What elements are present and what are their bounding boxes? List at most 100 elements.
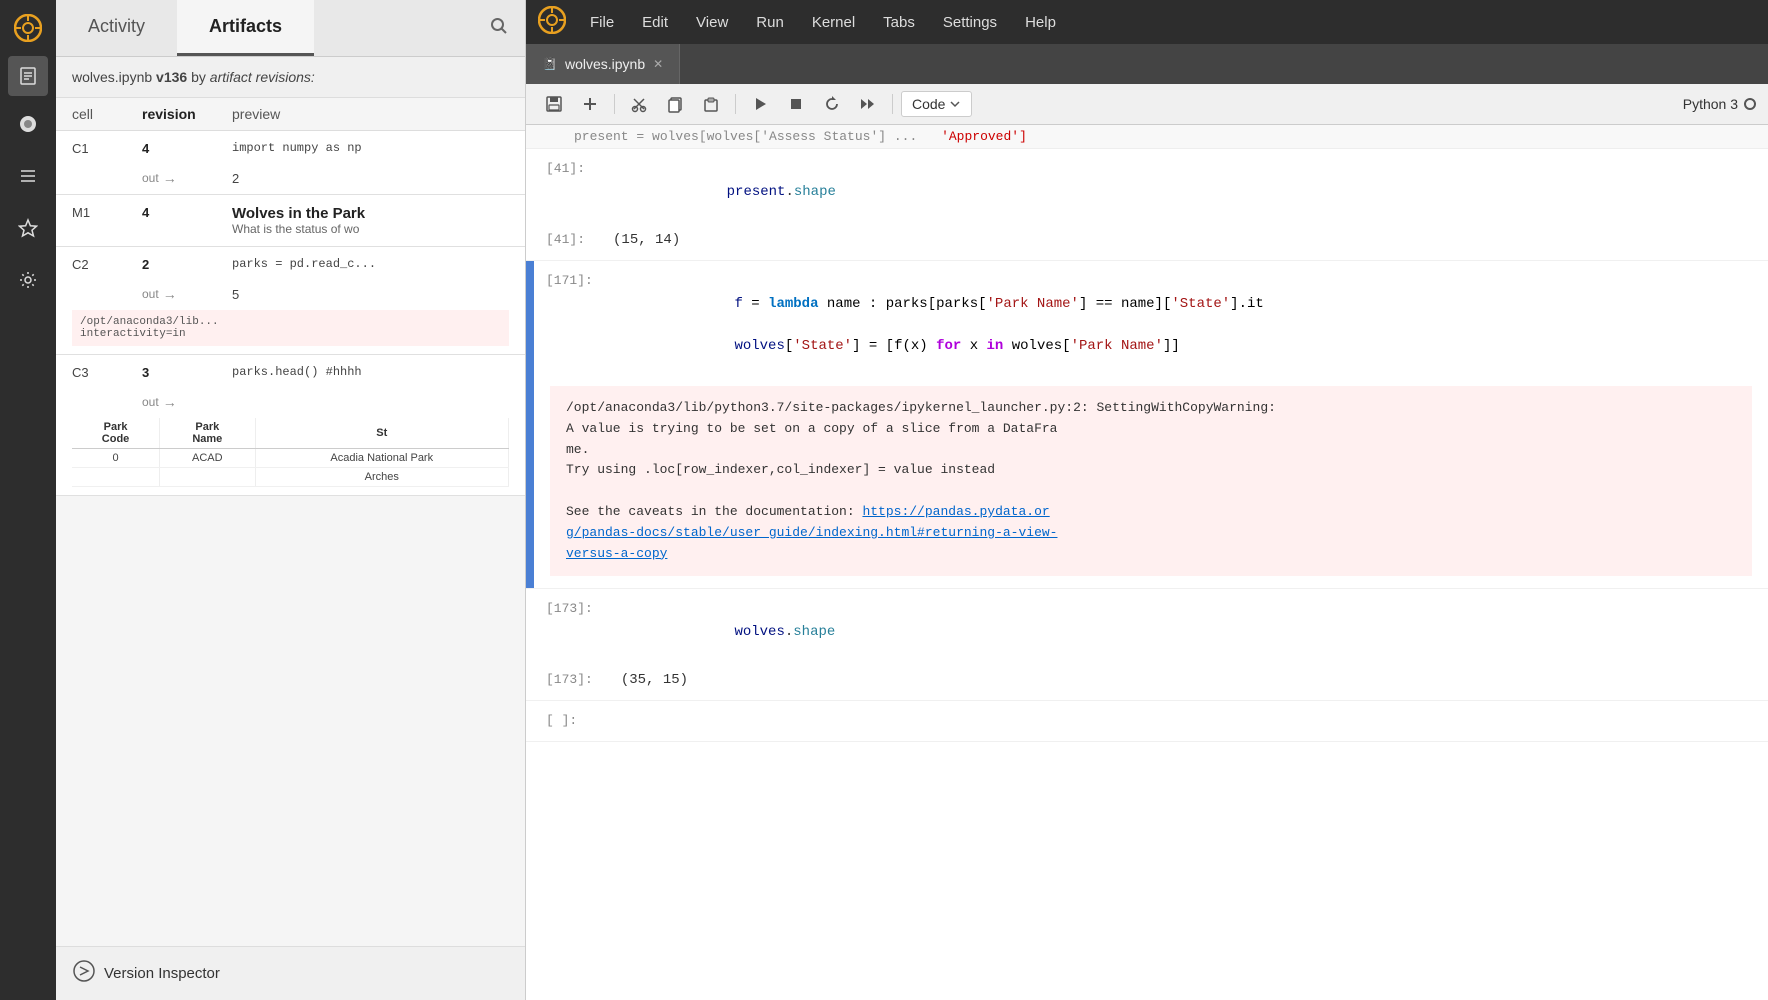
cell-type-dropdown[interactable]: Code [901, 91, 972, 117]
col-park-name: ParkName [160, 418, 255, 449]
artifact-info: wolves.ipynb v136 by artifact revisions: [56, 57, 525, 98]
menu-kernel[interactable]: Kernel [800, 8, 867, 37]
col-st: St [255, 418, 509, 449]
sidebar-list-icon[interactable] [8, 156, 48, 196]
cell-code-173[interactable]: wolves.shape [605, 597, 851, 668]
cell-body-empty: [ ]: [534, 701, 1768, 741]
cut-button[interactable] [623, 90, 655, 118]
fast-forward-button[interactable] [852, 90, 884, 118]
menu-view[interactable]: View [684, 8, 740, 37]
toolbar: Code Python 3 [526, 84, 1768, 125]
col-preview: preview [232, 106, 509, 122]
notebook-area: File Edit View Run Kernel Tabs Settings … [526, 0, 1768, 1000]
paste-button[interactable] [695, 90, 727, 118]
sidebar-files-icon[interactable] [8, 56, 48, 96]
m1-title: Wolves in the Park [232, 205, 509, 222]
cell-empty: [ ]: [526, 701, 1768, 742]
sidebar-star-icon[interactable] [8, 208, 48, 248]
copy-button[interactable] [659, 90, 691, 118]
menu-tabs[interactable]: Tabs [871, 8, 927, 37]
cell-indicator-empty [526, 701, 534, 741]
list-item-c3: C3 3 parks.head() #hhhh out → [56, 355, 525, 496]
cell-preview-c1: import numpy as np [232, 141, 509, 155]
table-row: Arches [72, 468, 509, 487]
menu-settings[interactable]: Settings [931, 8, 1009, 37]
toolbar-sep-2 [735, 94, 736, 114]
revision-list: C1 4 import numpy as np out → 2 M1 [56, 131, 525, 946]
save-button[interactable] [538, 90, 570, 118]
cell-indicator-41 [526, 149, 534, 260]
c2-warning-preview: /opt/anaconda3/lib...interactivity=in [72, 310, 509, 346]
cell-rev-c3: 3 [142, 365, 232, 380]
cell-output-173: (35, 15) [605, 668, 700, 692]
menu-file[interactable]: File [578, 8, 626, 37]
cell-body-173: [173]: wolves.shape [173]: (35, 15) [534, 589, 1768, 700]
notebook-content: present = wolves[wolves['Assess Status']… [526, 125, 1768, 1000]
item-row-c1[interactable]: C1 4 import numpy as np [56, 131, 525, 166]
out-row-c2: out → 5 [56, 282, 525, 310]
menu-bar: File Edit View Run Kernel Tabs Settings … [526, 0, 1768, 44]
menu-help[interactable]: Help [1013, 8, 1068, 37]
item-row-c2[interactable]: C2 2 parks = pd.read_c... [56, 247, 525, 282]
cell-code-171[interactable]: f = lambda name : parks[parks['Park Name… [605, 269, 1280, 382]
cell-id-c1: C1 [72, 141, 142, 156]
cell-label-41-out: [41]: [534, 228, 597, 251]
sidebar-circle-icon[interactable] [8, 104, 48, 144]
notebook-tab-label: wolves.ipynb [565, 56, 645, 72]
cell-preview-c2: parks = pd.read_c... [232, 257, 509, 271]
column-headers: cell revision preview [56, 98, 525, 131]
list-item-c2: C2 2 parks = pd.read_c... out → 5 /opt/a… [56, 247, 525, 355]
cell-id-c2: C2 [72, 257, 142, 272]
panel-tabs: Activity Artifacts [56, 0, 525, 57]
cell-label-41-in: [41]: [534, 157, 597, 180]
cell-label-173-out: [173]: [534, 668, 605, 691]
kernel-name: Python 3 [1683, 96, 1738, 112]
sidebar-gear-icon[interactable] [8, 260, 48, 300]
col-cell: cell [72, 106, 142, 122]
menu-run[interactable]: Run [744, 8, 796, 37]
col-park-code: ParkCode [72, 418, 160, 449]
tab-artifacts[interactable]: Artifacts [177, 0, 314, 56]
notebook-tab-wolves[interactable]: 📓 wolves.ipynb ✕ [526, 44, 680, 84]
notebook-tab-bar: 📓 wolves.ipynb ✕ [526, 44, 1768, 84]
restart-button[interactable] [816, 90, 848, 118]
notebook-icon: 📓 [542, 57, 557, 71]
out-label-c1: out → [142, 170, 232, 186]
cell-type-label: Code [912, 96, 945, 112]
cell-rev-m1: 4 [142, 205, 232, 236]
run-button[interactable] [744, 90, 776, 118]
cell-label-empty: [ ]: [534, 709, 589, 732]
warning-link[interactable]: https://pandas.pydata.or g/pandas-docs/s… [566, 504, 1057, 561]
truncated-cell-indicator: present = wolves[wolves['Assess Status']… [526, 125, 1768, 149]
search-icon[interactable] [473, 8, 525, 49]
menu-edit[interactable]: Edit [630, 8, 680, 37]
version-inspector-label: Version Inspector [104, 965, 220, 982]
col-revision: revision [142, 106, 232, 122]
cell-41: [41]: present.shape [41]: (15, 14) [526, 149, 1768, 261]
close-tab-button[interactable]: ✕ [653, 57, 663, 71]
add-cell-button[interactable] [574, 90, 606, 118]
out-arrow-c1: → [163, 170, 177, 186]
version-inspector-icon [72, 959, 96, 988]
c3-out-table: ParkCode ParkName St 0 ACAD Acadia Natio… [72, 418, 509, 487]
stop-button[interactable] [780, 90, 812, 118]
out-value-c1: 2 [232, 171, 509, 186]
cell-code-41[interactable]: present.shape [597, 157, 852, 228]
version-inspector[interactable]: Version Inspector [56, 946, 525, 1000]
kernel-label: Python 3 [1683, 96, 1756, 112]
cell-output-41: (15, 14) [597, 228, 692, 252]
out-row-c3: out → [56, 390, 525, 418]
item-row-c3[interactable]: C3 3 parks.head() #hhhh [56, 355, 525, 390]
cell-code-empty[interactable] [589, 709, 617, 733]
cell-rev-c2: 2 [142, 257, 232, 272]
item-row-m1[interactable]: M1 4 Wolves in the Park What is the stat… [56, 195, 525, 246]
cell-warning-171: /opt/anaconda3/lib/python3.7/site-packag… [550, 386, 1752, 576]
out-label-c2: out → [142, 286, 232, 302]
out-label-c3: out → [142, 394, 232, 410]
tab-activity[interactable]: Activity [56, 0, 177, 56]
sidebar-icons [0, 0, 56, 1000]
cell-body-41: [41]: present.shape [41]: (15, 14) [534, 149, 1768, 260]
left-panel: Activity Artifacts wolves.ipynb v136 by … [56, 0, 526, 1000]
out-value-c2: 5 [232, 287, 509, 302]
cell-id-c3: C3 [72, 365, 142, 380]
